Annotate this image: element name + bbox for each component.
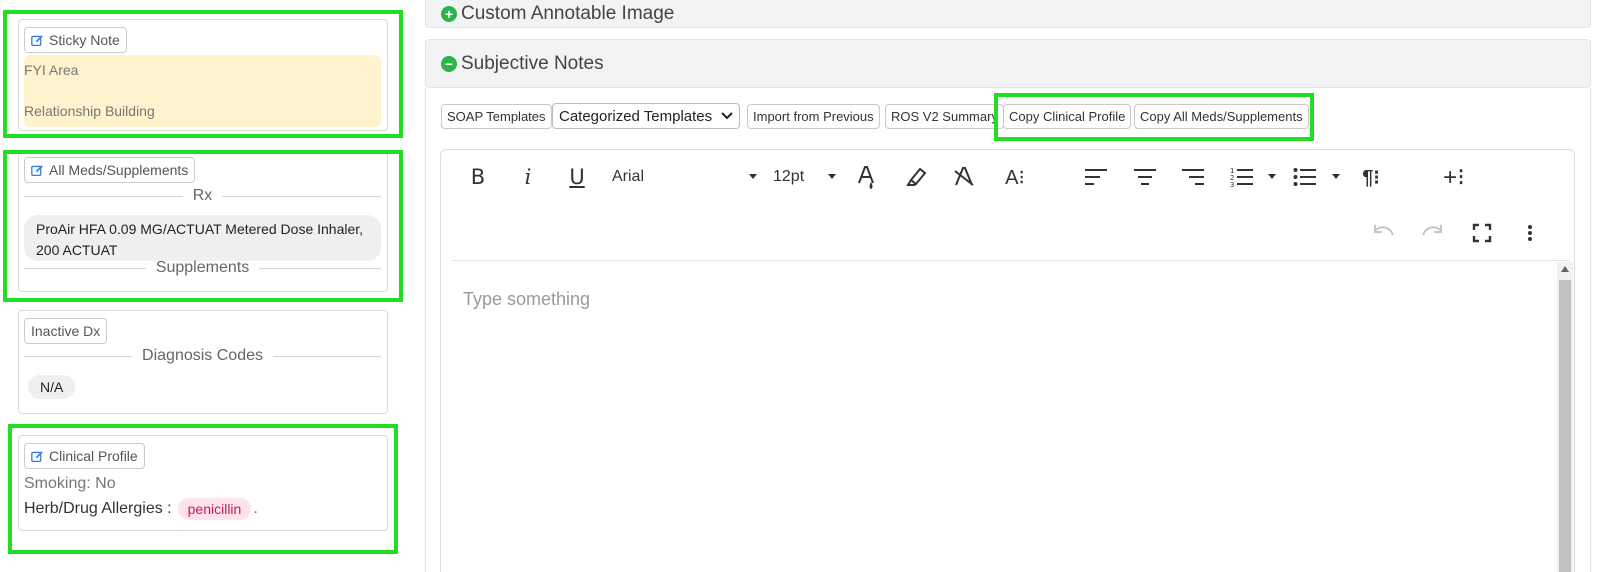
edit-icon	[31, 450, 43, 462]
ros-summary-button[interactable]: ROS V2 Summary	[885, 104, 1004, 129]
font-family-caret[interactable]	[749, 174, 757, 179]
supplements-divider: Supplements	[24, 259, 382, 277]
diagnosis-value: N/A	[28, 375, 76, 399]
rx-divider: Rx	[24, 187, 381, 205]
highlight-icon[interactable]	[905, 166, 929, 188]
clinical-profile-button[interactable]: Clinical Profile	[24, 443, 145, 469]
underline-icon[interactable]: U	[566, 164, 588, 190]
align-center-icon[interactable]	[1133, 168, 1157, 186]
undo-icon[interactable]	[1372, 224, 1396, 240]
ordered-list-caret[interactable]	[1268, 174, 1276, 179]
custom-image-accordion[interactable]: + Custom Annotable Image	[425, 0, 1591, 28]
allergies-trailing: .	[253, 500, 258, 517]
custom-image-title: Custom Annotable Image	[461, 3, 675, 24]
smoking-status: Smoking: No	[24, 475, 116, 492]
sticky-note-button[interactable]: Sticky Note	[24, 27, 127, 53]
edit-icon	[31, 34, 43, 46]
unordered-list-caret[interactable]	[1332, 174, 1340, 179]
minus-circle-icon: −	[441, 55, 457, 72]
font-size-caret[interactable]	[828, 174, 836, 179]
allergies-row: Herb/Drug Allergies : penicillin .	[24, 498, 258, 520]
paragraph-icon[interactable]: ¶⁝	[1358, 164, 1384, 190]
editor-toolbar-divider	[452, 260, 1570, 261]
more-icon[interactable]	[1526, 224, 1534, 242]
diagnosis-divider: Diagnosis Codes	[24, 347, 382, 365]
editor-placeholder[interactable]: Type something	[463, 289, 590, 310]
font-family-select[interactable]: Arial	[612, 168, 644, 186]
unordered-list-icon[interactable]	[1293, 166, 1317, 188]
subjective-notes-title: Subjective Notes	[461, 52, 604, 74]
inactive-dx-label: Inactive Dx	[31, 323, 101, 339]
soap-templates-button[interactable]: SOAP Templates	[441, 104, 552, 129]
rx-heading: Rx	[192, 187, 213, 204]
italic-icon[interactable]: i	[518, 165, 538, 189]
editor-scrollbar-thumb[interactable]	[1559, 280, 1571, 572]
font-size-icon[interactable]: A⁝	[1002, 165, 1028, 189]
fyi-area-label: FYI Area	[24, 62, 79, 78]
clinical-profile-card: Clinical Profile Smoking: No Herb/Drug A…	[18, 435, 388, 531]
categorized-templates-select[interactable]: Categorized Templates	[552, 103, 740, 129]
align-right-icon[interactable]	[1181, 168, 1205, 186]
redo-icon[interactable]	[1420, 224, 1444, 240]
allergy-tag: penicillin	[177, 498, 252, 520]
chevron-down-icon	[721, 112, 733, 120]
insert-icon[interactable]: +⁝	[1439, 163, 1469, 191]
inactive-dx-button[interactable]: Inactive Dx	[24, 318, 108, 344]
rx-item: ProAir HFA 0.09 MG/ACTUAT Metered Dose I…	[24, 215, 381, 261]
copy-all-meds-button[interactable]: Copy All Meds/Supplements	[1134, 104, 1309, 129]
clinical-profile-label: Clinical Profile	[49, 448, 138, 464]
fullscreen-icon[interactable]	[1472, 223, 1492, 243]
subjective-notes-accordion[interactable]: − Subjective Notes	[425, 39, 1591, 88]
svg-text:3: 3	[1230, 181, 1234, 188]
plus-circle-icon: +	[441, 6, 457, 22]
rich-text-editor	[440, 149, 1575, 572]
scroll-up-icon[interactable]	[1561, 266, 1569, 272]
edit-icon	[31, 164, 43, 176]
font-size-select[interactable]: 12pt	[773, 168, 804, 186]
sticky-note-label: Sticky Note	[49, 32, 120, 48]
clear-format-icon[interactable]	[953, 165, 975, 189]
inactive-dx-card: Inactive Dx Diagnosis Codes N/A	[18, 310, 388, 414]
import-previous-button[interactable]: Import from Previous	[747, 104, 880, 129]
all-meds-button[interactable]: All Meds/Supplements	[24, 157, 196, 183]
all-meds-label: All Meds/Supplements	[49, 162, 189, 178]
sticky-note-card: Sticky Note FYI Area Relationship Buildi…	[18, 19, 388, 131]
meds-card: All Meds/Supplements Rx ProAir HFA 0.09 …	[18, 152, 388, 292]
allergies-label: Herb/Drug Allergies :	[24, 500, 172, 517]
font-color-icon[interactable]	[856, 165, 878, 191]
diagnosis-heading: Diagnosis Codes	[142, 347, 263, 364]
copy-clinical-profile-button[interactable]: Copy Clinical Profile	[1003, 104, 1132, 129]
ordered-list-icon[interactable]: 123	[1230, 166, 1254, 188]
supplements-heading: Supplements	[155, 259, 250, 276]
align-left-icon[interactable]	[1084, 168, 1108, 186]
bold-icon[interactable]: B	[468, 165, 488, 189]
relationship-building-label: Relationship Building	[24, 103, 155, 119]
